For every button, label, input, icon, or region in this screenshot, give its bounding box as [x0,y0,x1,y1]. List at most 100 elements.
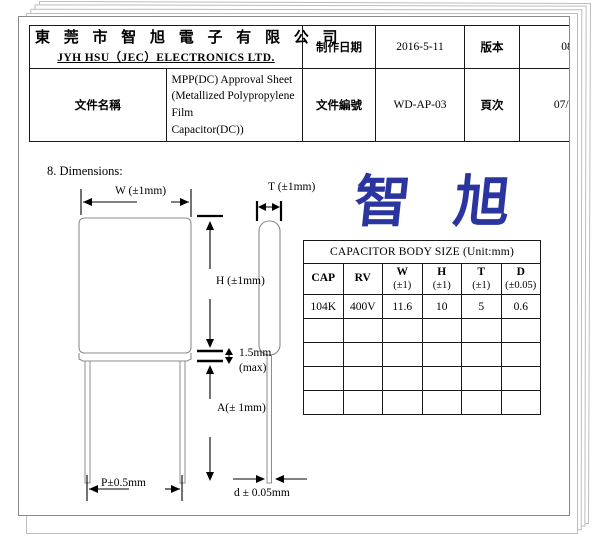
cell-empty [461,342,502,367]
section-title-dimensions: 8. Dimensions: [47,164,123,178]
column-header-t-name: T [477,266,486,279]
column-header-h-name: H [437,266,447,279]
cell-empty [382,342,423,367]
document-header-table: 東 莞 市 智 旭 電 子 有 限 公 司 JYH HSU（JEC）ELECTR… [29,25,569,143]
column-header-t: T (±1) [461,263,502,295]
cell-cap: 104K [303,294,344,319]
seam-arrow-top [225,348,233,355]
document-number-value: WD-AP-03 [375,67,465,143]
document-page: 東 莞 市 智 旭 電 子 有 限 公 司 JYH HSU（JEC）ELECTR… [18,16,570,516]
cell-empty [461,390,502,415]
column-header-rv: RV [342,263,383,295]
cell-empty [461,318,502,343]
cell-empty [303,390,344,415]
cell-empty [500,366,541,391]
diameter-arrow-right [275,475,284,483]
column-header-cap: CAP [303,263,344,295]
table-row: 104K 400V 11.6 10 5 0.6 [303,294,541,319]
document-name-line1: MPP(DC) Approval Sheet [171,73,293,86]
label-seam-max-line1: 1.5mm [239,347,272,359]
height-arrow-top [206,221,214,230]
cell-t: 5 [461,294,502,319]
cell-empty [303,318,344,343]
company-name-cell: 東 莞 市 智 旭 電 子 有 限 公 司 JYH HSU（JEC）ELECTR… [29,25,343,69]
column-header-d-name: D [516,266,525,279]
column-header-h: H (±1) [421,263,462,295]
label-pitch: P±0.5mm [101,477,146,489]
column-header-d-tolerance: (±0.05) [505,279,537,291]
cell-empty [382,318,423,343]
document-number-label: 文件編號 [302,67,376,143]
width-arrow-right [180,198,189,206]
page-number-label: 頁次 [464,67,520,143]
page-number-value: 07/05 [519,67,569,143]
cell-empty [382,390,423,415]
cell-empty [461,366,502,391]
cell-empty [421,318,462,343]
cell-h: 10 [421,294,462,319]
capacitor-body-front [78,217,192,354]
diameter-arrow-left [256,475,265,483]
pitch-arrow-right [171,485,180,493]
thickness-arrow-left [258,203,266,211]
column-header-d: D (±0.05) [500,263,541,295]
company-watermark: 智 旭 [351,170,526,235]
width-arrow-left [83,198,92,206]
company-name-chinese: 東 莞 市 智 旭 電 子 有 限 公 司 [35,30,343,46]
column-header-rv-name: RV [354,272,371,285]
document-name-line2: (Metallized Polypropylene Film [171,90,295,120]
header-row-2: 文件名稱 MPP(DC) Approval Sheet (Metallized … [29,67,569,143]
lead-length-arrow-bottom [206,472,214,481]
table-row-empty [303,366,541,391]
body-size-title: CAPACITOR BODY SIZE (Unit:mm) [303,240,541,264]
label-lead-diameter: d ± 0.05mm [234,487,290,499]
cell-rv: 400V [342,294,383,319]
company-name-english: JYH HSU（JEC）ELECTRONICS LTD. [57,51,275,64]
document-name-value: MPP(DC) Approval Sheet (Metallized Polyp… [165,67,303,143]
capacitor-body-size-table: CAPACITOR BODY SIZE (Unit:mm) CAP RV W (… [303,240,541,415]
lead-left-front [84,360,91,484]
table-row-empty [303,390,541,415]
cell-empty [303,366,344,391]
label-seam-max-line2: (max) [239,362,267,374]
label-height: H (±1mm) [216,275,265,287]
cell-empty [382,366,423,391]
column-header-t-tolerance: (±1) [472,279,491,291]
production-date-value: 2016-5-11 [375,25,465,69]
column-header-cap-name: CAP [311,272,336,285]
label-width: W (±1mm) [115,185,167,197]
cell-empty [342,390,383,415]
label-lead-length: A(± 1mm) [217,402,266,414]
cell-empty [421,390,462,415]
label-thickness: T (±1mm) [268,181,316,193]
body-size-table-body: CAPACITOR BODY SIZE (Unit:mm) CAP RV W (… [303,240,541,415]
body-size-title-row: CAPACITOR BODY SIZE (Unit:mm) [303,240,541,264]
cell-empty [303,342,344,367]
lead-right-front [179,360,186,484]
cell-empty [500,318,541,343]
cell-d: 0.6 [500,294,541,319]
lead-length-arrow-top [206,365,214,374]
body-size-header-row: CAP RV W (±1) H (±1) T (±1) D (±0.05) [303,263,541,295]
height-arrow-bottom [206,339,214,348]
column-header-w-tolerance: (±1) [393,279,412,291]
document-name-line3: Capacitor(DC)) [171,123,244,136]
column-header-w: W (±1) [382,263,423,295]
cell-empty [342,318,383,343]
header-row-1: 東 莞 市 智 旭 電 子 有 限 公 司 JYH HSU（JEC）ELECTR… [29,25,569,69]
cell-empty [500,342,541,367]
seam-arrow-bottom [225,357,233,364]
capacitor-body-bottom-edge [78,353,192,362]
document-name-label: 文件名稱 [29,67,167,143]
table-row-empty [303,318,541,343]
cell-empty [421,366,462,391]
cell-empty [421,342,462,367]
thickness-arrow-right [272,203,280,211]
version-label: 版本 [464,25,520,69]
cell-empty [500,390,541,415]
pitch-arrow-left [89,485,98,493]
cell-w: 11.6 [382,294,423,319]
version-value: 08 [519,25,569,69]
column-header-h-tolerance: (±1) [432,279,451,291]
cell-empty [342,366,383,391]
